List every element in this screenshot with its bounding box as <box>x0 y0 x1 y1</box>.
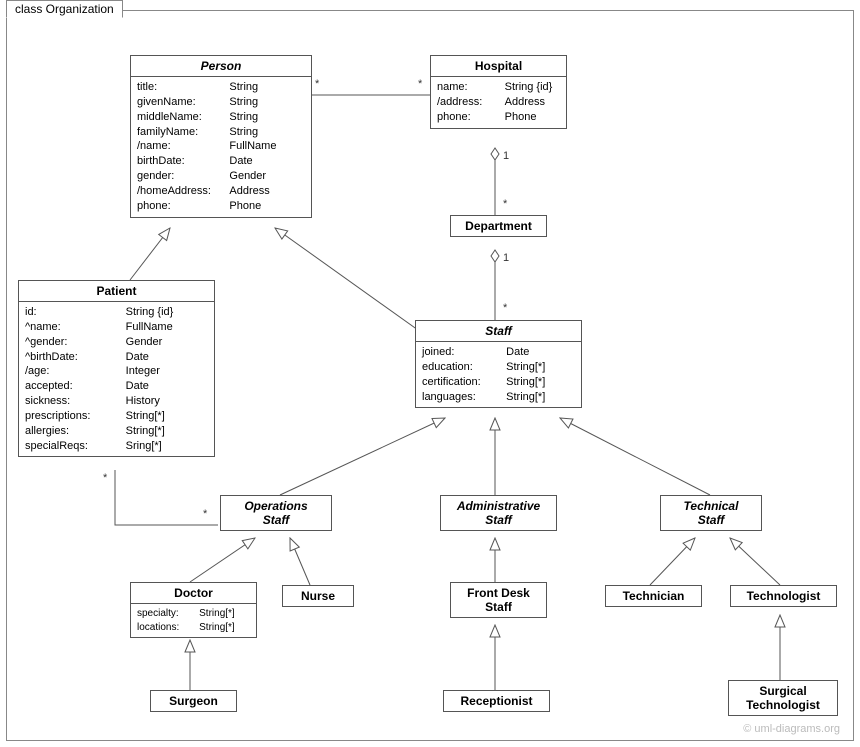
attr-row: ^birthDate:Date <box>25 350 208 365</box>
class-front-desk: Front DeskStaff <box>450 582 547 618</box>
class-surgical-tech: SurgicalTechnologist <box>728 680 838 716</box>
class-front-desk-title: Front DeskStaff <box>451 583 546 617</box>
mult-person-hosp-r: * <box>418 78 422 90</box>
attr-row: sickness:History <box>25 394 208 409</box>
attr-row: ^gender:Gender <box>25 335 208 350</box>
attr-row: givenName:String <box>137 95 305 110</box>
attr-row: /address:Address <box>437 95 560 110</box>
class-department-title: Department <box>451 216 546 236</box>
class-technologist: Technologist <box>730 585 837 607</box>
class-technologist-title: Technologist <box>731 586 836 606</box>
class-patient: Patient id:String {id}^name:FullName^gen… <box>18 280 215 457</box>
class-ops-staff: OperationsStaff <box>220 495 332 531</box>
class-patient-attrs: id:String {id}^name:FullName^gender:Gend… <box>19 302 214 456</box>
attr-row: accepted:Date <box>25 379 208 394</box>
attr-row: middleName:String <box>137 110 305 125</box>
attr-row: joined:Date <box>422 345 575 360</box>
class-person: Person title:StringgivenName:Stringmiddl… <box>130 55 312 218</box>
class-person-attrs: title:StringgivenName:StringmiddleName:S… <box>131 77 311 217</box>
mult-hosp-dept-star: * <box>503 198 507 210</box>
class-hospital-title: Hospital <box>431 56 566 77</box>
attr-row: locations:String[*] <box>137 621 250 635</box>
class-doctor: Doctor specialty:String[*]locations:Stri… <box>130 582 257 638</box>
attr-row: name:String {id} <box>437 80 560 95</box>
class-technician: Technician <box>605 585 702 607</box>
class-tech-staff: TechnicalStaff <box>660 495 762 531</box>
attr-row: languages:String[*] <box>422 390 575 405</box>
class-receptionist-title: Receptionist <box>444 691 549 711</box>
class-hospital-attrs: name:String {id}/address:Addressphone:Ph… <box>431 77 566 128</box>
attr-row: familyName:String <box>137 125 305 140</box>
class-staff-title: Staff <box>416 321 581 342</box>
class-admin-staff: AdministrativeStaff <box>440 495 557 531</box>
class-admin-staff-title: AdministrativeStaff <box>441 496 556 530</box>
attr-row: phone:Phone <box>137 199 305 214</box>
class-surgeon-title: Surgeon <box>151 691 236 711</box>
attr-row: specialty:String[*] <box>137 607 250 621</box>
class-surgeon: Surgeon <box>150 690 237 712</box>
attr-row: /age:Integer <box>25 364 208 379</box>
frame-title: class Organization <box>6 0 123 18</box>
class-staff: Staff joined:Dateeducation:String[*]cert… <box>415 320 582 408</box>
attr-row: education:String[*] <box>422 360 575 375</box>
mult-dept-staff-1: 1 <box>503 252 509 264</box>
attr-row: title:String <box>137 80 305 95</box>
class-surgical-tech-title: SurgicalTechnologist <box>729 681 837 715</box>
attr-row: gender:Gender <box>137 169 305 184</box>
attr-row: id:String {id} <box>25 305 208 320</box>
mult-person-hosp-l: * <box>315 78 319 90</box>
class-tech-staff-title: TechnicalStaff <box>661 496 761 530</box>
attr-row: specialReqs:Sring[*] <box>25 439 208 454</box>
mult-patient-ops-r: * <box>203 508 207 520</box>
class-staff-attrs: joined:Dateeducation:String[*]certificat… <box>416 342 581 407</box>
class-department: Department <box>450 215 547 237</box>
attr-row: ^name:FullName <box>25 320 208 335</box>
class-hospital: Hospital name:String {id}/address:Addres… <box>430 55 567 129</box>
mult-hosp-dept-1: 1 <box>503 150 509 162</box>
attr-row: prescriptions:String[*] <box>25 409 208 424</box>
attr-row: allergies:String[*] <box>25 424 208 439</box>
class-nurse: Nurse <box>282 585 354 607</box>
attr-row: /name:FullName <box>137 139 305 154</box>
class-person-title: Person <box>131 56 311 77</box>
class-receptionist: Receptionist <box>443 690 550 712</box>
class-doctor-attrs: specialty:String[*]locations:String[*] <box>131 604 256 637</box>
attr-row: phone:Phone <box>437 110 560 125</box>
attr-row: /homeAddress:Address <box>137 184 305 199</box>
watermark: © uml-diagrams.org <box>743 723 840 735</box>
class-ops-staff-title: OperationsStaff <box>221 496 331 530</box>
attr-row: birthDate:Date <box>137 154 305 169</box>
attr-row: certification:String[*] <box>422 375 575 390</box>
mult-patient-ops-l: * <box>103 472 107 484</box>
mult-dept-staff-star: * <box>503 302 507 314</box>
class-patient-title: Patient <box>19 281 214 302</box>
class-technician-title: Technician <box>606 586 701 606</box>
class-nurse-title: Nurse <box>283 586 353 606</box>
class-doctor-title: Doctor <box>131 583 256 604</box>
